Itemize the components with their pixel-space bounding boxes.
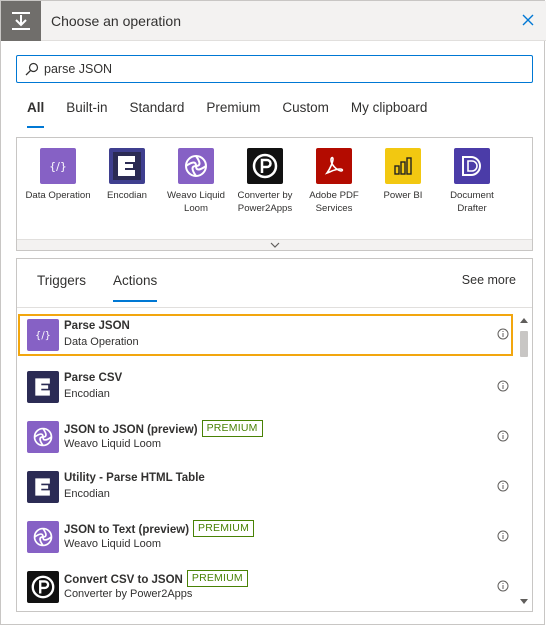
- action-title: Parse JSON: [64, 320, 130, 332]
- action-list-scrollbar[interactable]: [519, 317, 529, 605]
- power2apps-icon: [27, 571, 59, 603]
- connector-power-bi[interactable]: Power BI: [368, 148, 438, 202]
- action-title-text: Convert CSV to JSON: [64, 574, 183, 586]
- close-icon[interactable]: [518, 10, 538, 30]
- weavo-icon: [178, 148, 214, 184]
- action-connector: Weavo Liquid Loom: [64, 438, 162, 450]
- panel-header: Choose an operation: [1, 1, 546, 41]
- data-operation-icon: {∕}: [40, 148, 76, 184]
- action-title: Convert CSV to JSON PREMIUM: [64, 570, 248, 589]
- action-parse-csv[interactable]: Parse CSV Encodian: [18, 364, 513, 414]
- encodian-icon: [109, 148, 145, 184]
- action-title: JSON to JSON (preview) PREMIUM: [64, 420, 263, 439]
- expand-connectors-toggle[interactable]: [17, 239, 532, 250]
- connector-label: Data Operation: [25, 190, 91, 201]
- action-title-text: JSON to JSON (preview): [64, 424, 198, 436]
- connector-adobe-pdf[interactable]: Adobe PDF Services: [299, 148, 369, 215]
- data-operation-icon: {∕}: [27, 319, 59, 351]
- connector-label: Document Drafter: [450, 190, 494, 214]
- connector-power2apps[interactable]: Converter by Power2Apps: [230, 148, 300, 215]
- action-parse-json[interactable]: {∕} Parse JSON Data Operation: [18, 314, 513, 356]
- info-icon[interactable]: [497, 580, 509, 592]
- tab-premium[interactable]: Premium: [206, 100, 260, 128]
- scroll-up-icon[interactable]: [520, 317, 528, 323]
- premium-badge: PREMIUM: [186, 570, 248, 587]
- category-tabs: All Built-in Standard Premium Custom My …: [27, 100, 449, 128]
- search-icon: [25, 62, 39, 76]
- actions-panel: Triggers Actions See more {∕} Parse JSON…: [16, 258, 533, 612]
- info-icon[interactable]: [497, 530, 509, 542]
- connector-grid: {∕} Data Operation Encodian Weavo Liquid…: [16, 137, 533, 251]
- scroll-down-icon[interactable]: [520, 599, 528, 605]
- encodian-icon: [27, 371, 59, 403]
- action-title: Parse CSV: [64, 372, 123, 384]
- info-icon[interactable]: [497, 380, 509, 392]
- connector-data-operation[interactable]: {∕} Data Operation: [23, 148, 93, 202]
- info-icon[interactable]: [497, 480, 509, 492]
- tab-built-in[interactable]: Built-in: [66, 100, 107, 128]
- info-icon[interactable]: [497, 328, 509, 340]
- tab-my-clipboard[interactable]: My clipboard: [351, 100, 428, 128]
- action-connector: Encodian: [64, 388, 110, 400]
- action-title: JSON to Text (preview) PREMIUM: [64, 520, 255, 539]
- weavo-icon: [27, 521, 59, 553]
- action-json-to-text[interactable]: JSON to Text (preview) PREMIUM Weavo Liqu…: [18, 514, 513, 564]
- premium-badge: PREMIUM: [201, 420, 263, 437]
- power2apps-icon: [247, 148, 283, 184]
- connector-document-drafter[interactable]: Document Drafter: [437, 148, 507, 215]
- chevron-down-icon: [270, 242, 279, 248]
- divider: [17, 307, 532, 308]
- see-more-link[interactable]: See more: [462, 273, 516, 287]
- action-connector: Converter by Power2Apps: [64, 588, 193, 600]
- connector-label: Power BI: [383, 190, 423, 201]
- premium-badge: PREMIUM: [193, 520, 255, 537]
- tab-actions[interactable]: Actions: [113, 273, 158, 302]
- connector-encodian[interactable]: Encodian: [92, 148, 162, 202]
- action-list: {∕} Parse JSON Data Operation Parse CSV …: [18, 314, 513, 611]
- action-connector: Encodian: [64, 488, 110, 500]
- action-parse-html-table[interactable]: Utility - Parse HTML Table Encodian: [18, 464, 513, 514]
- action-connector: Weavo Liquid Loom: [64, 538, 162, 550]
- connector-label: Encodian: [106, 190, 147, 201]
- action-title-text: JSON to Text (preview): [64, 524, 190, 536]
- action-convert-csv-to-json[interactable]: Convert CSV to JSON PREMIUM Converter by …: [18, 564, 513, 611]
- action-json-to-json[interactable]: JSON to JSON (preview) PREMIUM Weavo Liqu…: [18, 414, 513, 464]
- choose-operation-panel: Choose an operation All Built-in Standar…: [0, 0, 546, 625]
- connector-label: Weavo Liquid Loom: [167, 190, 225, 214]
- info-icon[interactable]: [497, 430, 509, 442]
- connector-label: Adobe PDF Services: [309, 190, 359, 214]
- action-connector: Data Operation: [64, 336, 139, 348]
- search-input[interactable]: [44, 59, 524, 79]
- connector-weavo[interactable]: Weavo Liquid Loom: [161, 148, 231, 215]
- document-drafter-icon: [454, 148, 490, 184]
- trigger-action-tabs: Triggers Actions: [37, 273, 184, 302]
- search-box[interactable]: [16, 55, 533, 83]
- svg-text:{∕}: {∕}: [49, 160, 67, 173]
- tab-custom[interactable]: Custom: [282, 100, 329, 128]
- action-title: Utility - Parse HTML Table: [64, 472, 205, 484]
- adobe-pdf-icon: [316, 148, 352, 184]
- encodian-icon: [27, 471, 59, 503]
- weavo-icon: [27, 421, 59, 453]
- scroll-thumb[interactable]: [520, 331, 528, 357]
- power-bi-icon: [385, 148, 421, 184]
- tab-all[interactable]: All: [27, 100, 45, 128]
- tab-standard[interactable]: Standard: [130, 100, 185, 128]
- panel-title: Choose an operation: [51, 13, 181, 29]
- svg-text:{∕}: {∕}: [35, 331, 51, 342]
- connector-label: Converter by Power2Apps: [237, 190, 293, 214]
- operation-step-icon: [1, 1, 41, 41]
- tab-triggers[interactable]: Triggers: [37, 273, 86, 302]
